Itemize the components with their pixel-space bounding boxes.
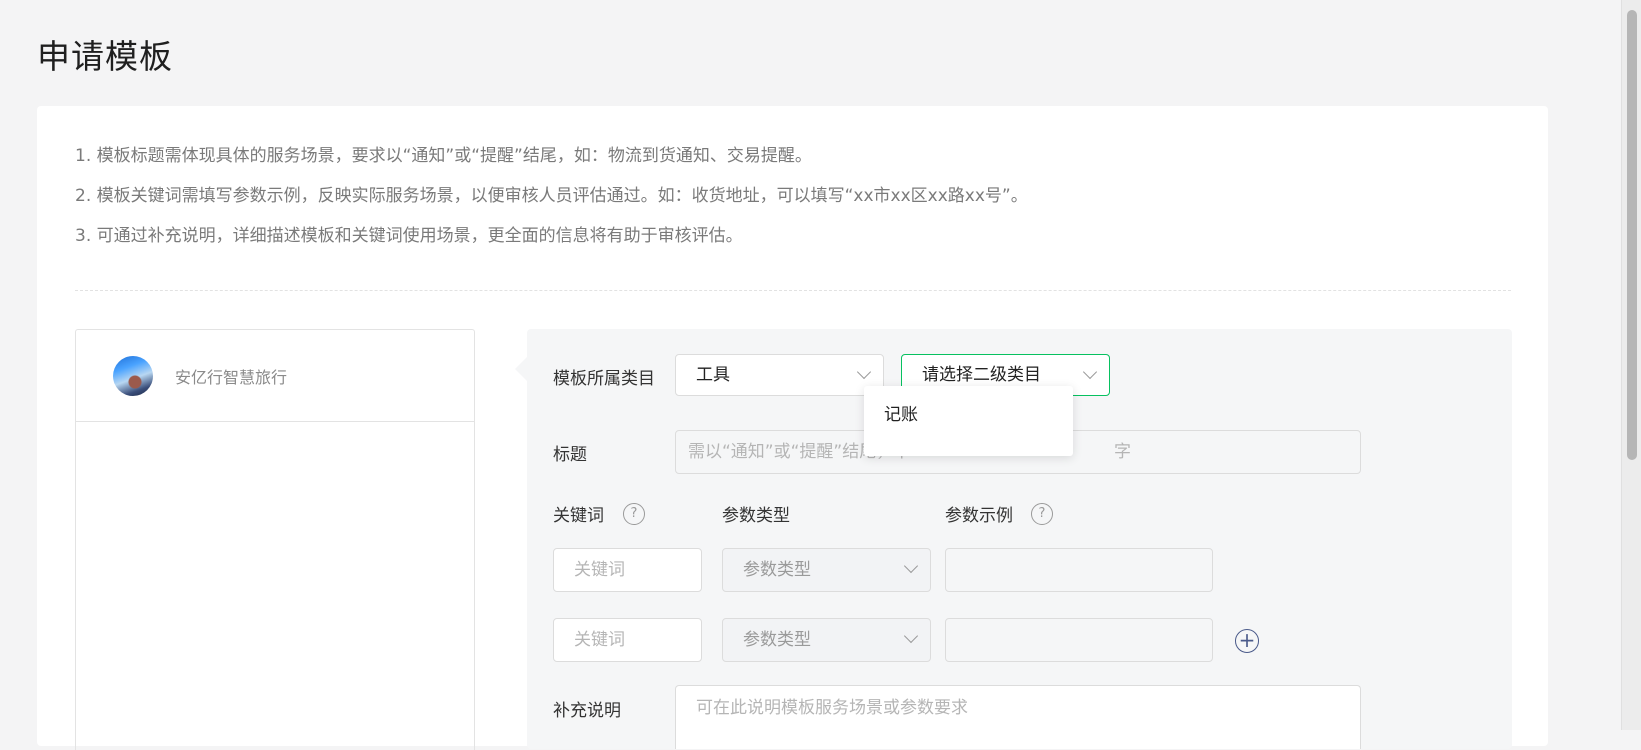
param-example-input[interactable] [945, 548, 1213, 592]
param-type-select[interactable]: 参数类型 [722, 548, 931, 592]
title-input-placeholder-tail: 字 [1114, 442, 1131, 462]
chevron-down-icon [903, 628, 919, 644]
category-select-value: 工具 [696, 365, 730, 385]
param-type-placeholder: 参数类型 [743, 630, 811, 650]
param-type-placeholder: 参数类型 [743, 560, 811, 580]
account-name: 安亿行智慧旅行 [175, 367, 288, 387]
page-title: 申请模板 [37, 37, 173, 76]
note-label: 补充说明 [553, 701, 621, 721]
note-textarea[interactable]: 可在此说明模板服务场景或参数要求 [675, 685, 1361, 749]
chevron-down-icon [903, 558, 919, 574]
keyword-input[interactable]: 关键词 [553, 548, 702, 592]
chevron-down-icon [856, 364, 872, 380]
param-example-input[interactable] [945, 618, 1213, 662]
param-type-select[interactable]: 参数类型 [722, 618, 931, 662]
guideline-note-3: 3. 可通过补充说明，详细描述模板和关键词使用场景，更全面的信息将有助于审核评估… [75, 226, 743, 246]
guideline-notes: 1. 模板标题需体现具体的服务场景，要求以“通知”或“提醒”结尾，如：物流到货通… [75, 144, 1028, 264]
category-select[interactable]: 工具 [675, 354, 884, 396]
subcategory-select-placeholder: 请选择二级类目 [922, 365, 1041, 385]
template-card: 1. 模板标题需体现具体的服务场景，要求以“通知”或“提醒”结尾，如：物流到货通… [37, 106, 1548, 750]
add-keyword-icon[interactable]: + [1235, 629, 1259, 653]
keyword-input[interactable]: 关键词 [553, 618, 702, 662]
title-label: 标题 [553, 445, 587, 465]
keyword-help-icon[interactable]: ? [623, 503, 645, 525]
param-example-help-icon[interactable]: ? [1031, 503, 1053, 525]
guideline-note-1: 1. 模板标题需体现具体的服务场景，要求以“通知”或“提醒”结尾，如：物流到货通… [75, 146, 812, 166]
dropdown-option-jizhang[interactable]: 记账 [864, 386, 1073, 444]
preview-header: 安亿行智慧旅行 [76, 330, 474, 422]
subcategory-dropdown: 记账 [864, 386, 1073, 456]
dashed-divider [75, 290, 1511, 291]
category-label: 模板所属类目 [553, 369, 655, 389]
param-type-header: 参数类型 [722, 506, 790, 526]
keyword-header: 关键词 [553, 506, 604, 526]
account-avatar [113, 355, 153, 396]
chevron-down-icon [1082, 364, 1098, 380]
scrollbar-thumb[interactable] [1627, 10, 1637, 460]
window-edge [1595, 0, 1622, 730]
param-example-header: 参数示例 [945, 506, 1013, 526]
message-preview: 安亿行智慧旅行 [75, 329, 475, 750]
guideline-note-2: 2. 模板关键词需填写参数示例，反映实际服务场景，以便审核人员评估通过。如：收货… [75, 186, 1028, 206]
scrollbar[interactable] [1621, 0, 1641, 730]
